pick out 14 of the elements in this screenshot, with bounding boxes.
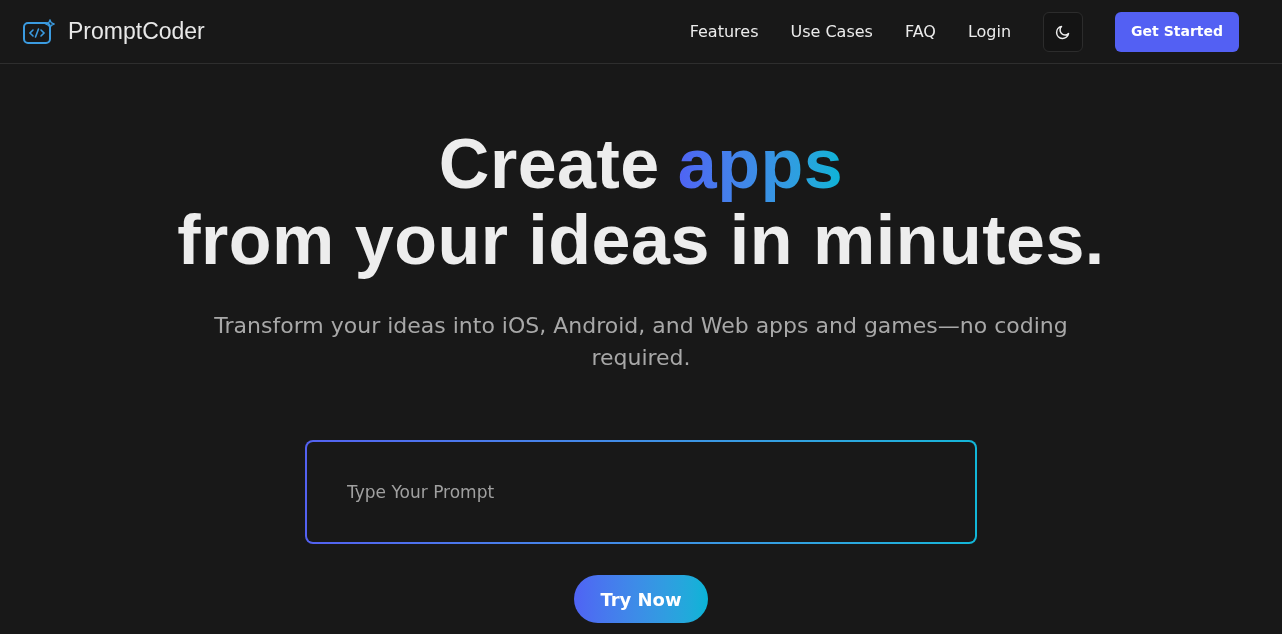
get-started-button[interactable]: Get Started (1115, 11, 1239, 52)
nav-link[interactable]: FAQ (904, 19, 936, 44)
code-icon (23, 18, 55, 45)
nav-link[interactable]: Login (967, 19, 1012, 44)
nav-link[interactable]: Features (689, 19, 759, 44)
headline: from your ideas in minutes. (177, 202, 1105, 278)
brand-name[interactable]: PromptCoder (68, 14, 205, 49)
nav-link[interactable]: Use Cases (790, 19, 873, 44)
headline: Create (438, 126, 660, 202)
prompt-field[interactable]: Type Your Prompt (305, 440, 977, 544)
subtitle: Transform your ideas into iOS, Android, and Web apps and games—no coding required. (213, 312, 1069, 372)
theme-toggle-button[interactable] (1043, 11, 1084, 52)
moon-icon (1055, 23, 1072, 40)
try-now-button[interactable]: Try Now (574, 575, 708, 623)
